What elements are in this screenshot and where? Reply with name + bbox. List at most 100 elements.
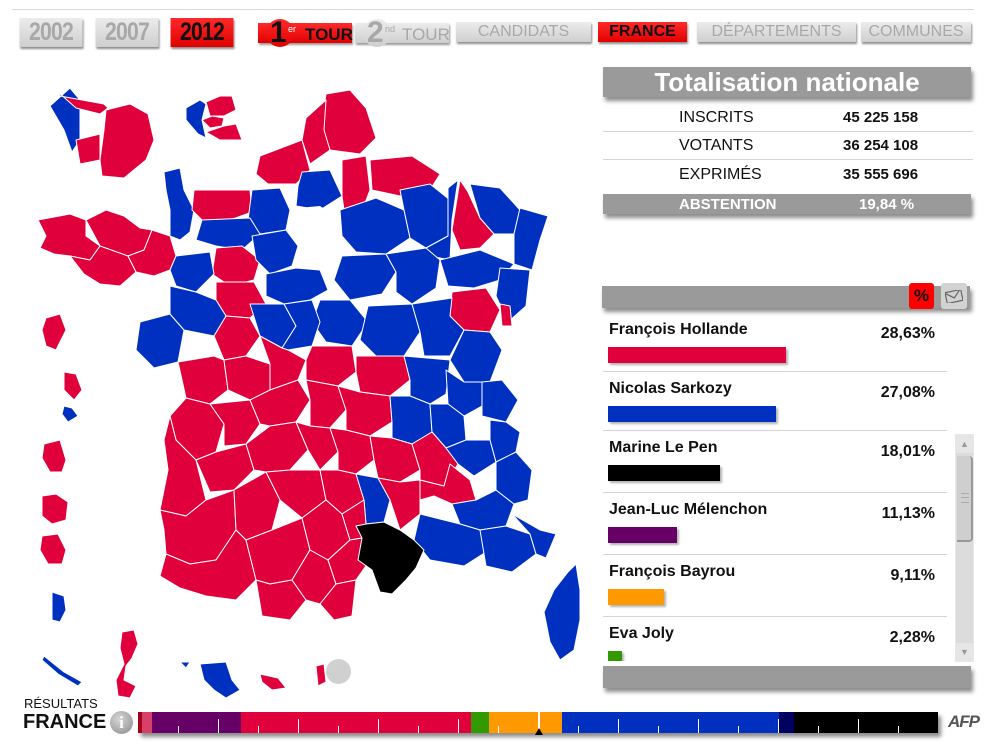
scroll-down-arrow-icon[interactable]: ▼ bbox=[956, 643, 973, 661]
department[interactable] bbox=[41, 313, 67, 351]
department[interactable] bbox=[201, 115, 225, 129]
department[interactable] bbox=[295, 169, 343, 211]
department[interactable] bbox=[355, 355, 411, 397]
department[interactable] bbox=[179, 661, 191, 669]
spectrum-tick bbox=[898, 726, 899, 733]
department[interactable] bbox=[41, 655, 83, 687]
round-label: TOUR bbox=[305, 25, 353, 44]
department[interactable] bbox=[339, 197, 411, 255]
spectrum-segment[interactable] bbox=[779, 712, 794, 733]
department[interactable] bbox=[513, 207, 549, 271]
tab-candidats[interactable]: CANDIDATS bbox=[456, 22, 591, 42]
department[interactable] bbox=[163, 167, 195, 241]
candidate-row[interactable]: François Hollande 28,63% bbox=[603, 313, 947, 372]
department[interactable] bbox=[315, 663, 327, 687]
spectrum-segment[interactable] bbox=[151, 712, 241, 733]
department[interactable] bbox=[211, 245, 261, 287]
spectrum-tick bbox=[618, 719, 619, 733]
department[interactable] bbox=[355, 521, 425, 595]
department[interactable] bbox=[479, 525, 537, 573]
department[interactable] bbox=[205, 95, 237, 117]
department[interactable] bbox=[63, 371, 83, 401]
department[interactable] bbox=[185, 99, 207, 139]
candidate-name: Marine Le Pen bbox=[609, 439, 718, 456]
scroll-thumb[interactable] bbox=[957, 456, 973, 542]
department[interactable] bbox=[115, 629, 139, 699]
tab-departements[interactable]: DÉPARTEMENTS bbox=[697, 22, 856, 42]
candidate-row[interactable]: François Bayrou 9,11% bbox=[603, 555, 947, 617]
department[interactable] bbox=[359, 303, 421, 357]
department[interactable] bbox=[265, 267, 329, 305]
candidate-percent: 27,08% bbox=[880, 384, 935, 401]
candidate-name: Nicolas Sarkozy bbox=[609, 380, 732, 397]
round-suffix: er bbox=[288, 24, 297, 34]
candidates-scrollbar[interactable]: ▲ ▼ bbox=[955, 434, 974, 662]
stat-value: 45 225 158 bbox=[843, 109, 919, 126]
department[interactable] bbox=[311, 299, 369, 347]
candidates-list[interactable]: François Hollande 28,63% Nicolas Sarkozy 27… bbox=[603, 313, 947, 661]
candidate-percent: 11,13% bbox=[881, 505, 935, 522]
candidate-row[interactable]: Eva Joly 2,28% bbox=[603, 617, 947, 661]
year-2007-button[interactable]: 2007 bbox=[95, 18, 159, 47]
info-icon[interactable]: i bbox=[110, 711, 133, 734]
year-2012-button[interactable]: 2012 bbox=[170, 18, 234, 47]
department[interactable] bbox=[39, 533, 67, 565]
percent-toggle-button[interactable]: % bbox=[909, 283, 934, 309]
round-label: TOUR bbox=[402, 25, 450, 44]
tab-france[interactable]: FRANCE bbox=[598, 22, 687, 42]
department[interactable] bbox=[169, 251, 215, 293]
department[interactable] bbox=[41, 439, 67, 473]
mainland-departments[interactable] bbox=[37, 89, 581, 699]
map-zoom-control[interactable] bbox=[326, 659, 351, 684]
department[interactable] bbox=[259, 673, 287, 691]
candidate-percent: 2,28% bbox=[889, 629, 935, 646]
department[interactable] bbox=[333, 253, 397, 301]
stat-label: VOTANTS bbox=[679, 137, 754, 154]
department[interactable] bbox=[41, 493, 69, 525]
spectrum-tick bbox=[658, 726, 659, 733]
spectrum-segment[interactable] bbox=[470, 712, 489, 733]
scroll-grip-icon bbox=[961, 493, 969, 503]
spectrum-segment[interactable] bbox=[488, 712, 562, 733]
share-email-button[interactable] bbox=[941, 283, 967, 309]
department[interactable] bbox=[199, 661, 241, 699]
spectrum-segment[interactable] bbox=[561, 712, 780, 733]
department[interactable] bbox=[177, 355, 229, 405]
department[interactable] bbox=[543, 563, 581, 661]
spectrum-tick bbox=[858, 719, 859, 733]
department[interactable] bbox=[481, 379, 519, 423]
inset-paris-region[interactable] bbox=[49, 87, 155, 179]
department[interactable] bbox=[499, 303, 513, 327]
department[interactable] bbox=[191, 189, 253, 221]
spectrum-segment[interactable] bbox=[142, 712, 152, 733]
france-results-map[interactable] bbox=[20, 60, 590, 700]
results-label: RÉSULTATS bbox=[24, 696, 98, 711]
spectrum-segment[interactable] bbox=[240, 712, 471, 733]
scroll-up-arrow-icon[interactable]: ▲ bbox=[956, 435, 973, 453]
stat-label: EXPRIMÉS bbox=[679, 166, 762, 183]
department[interactable] bbox=[385, 247, 441, 305]
round-1-button[interactable]: 1 er TOUR bbox=[258, 16, 353, 49]
candidate-name: François Hollande bbox=[609, 321, 748, 338]
map-svg[interactable] bbox=[20, 60, 590, 700]
candidate-row[interactable]: Jean-Luc Mélenchon 11,13% bbox=[603, 493, 947, 555]
candidate-row[interactable]: Nicolas Sarkozy 27,08% bbox=[603, 372, 947, 431]
year-2002-button[interactable]: 2002 bbox=[19, 18, 83, 47]
tab-communes[interactable]: COMMUNES bbox=[861, 22, 971, 42]
abstention-row: ABSTENTION 19,84 % bbox=[603, 194, 971, 214]
results-scope: FRANCE bbox=[23, 711, 107, 733]
round-2-button[interactable]: 2 nd TOUR bbox=[355, 16, 450, 49]
department[interactable] bbox=[99, 103, 155, 179]
top-divider bbox=[12, 9, 974, 10]
candidate-row[interactable]: Marine Le Pen 18,01% bbox=[603, 431, 947, 493]
stat-value: 35 555 696 bbox=[843, 166, 919, 183]
department[interactable] bbox=[51, 591, 67, 623]
department[interactable] bbox=[195, 217, 261, 251]
department[interactable] bbox=[305, 345, 357, 387]
inset-paris[interactable] bbox=[185, 95, 243, 141]
spectrum-tick bbox=[578, 726, 579, 733]
spectrum-segment[interactable] bbox=[793, 712, 938, 733]
spectrum-tick bbox=[178, 726, 179, 733]
department[interactable] bbox=[251, 229, 299, 275]
department[interactable] bbox=[61, 405, 79, 423]
